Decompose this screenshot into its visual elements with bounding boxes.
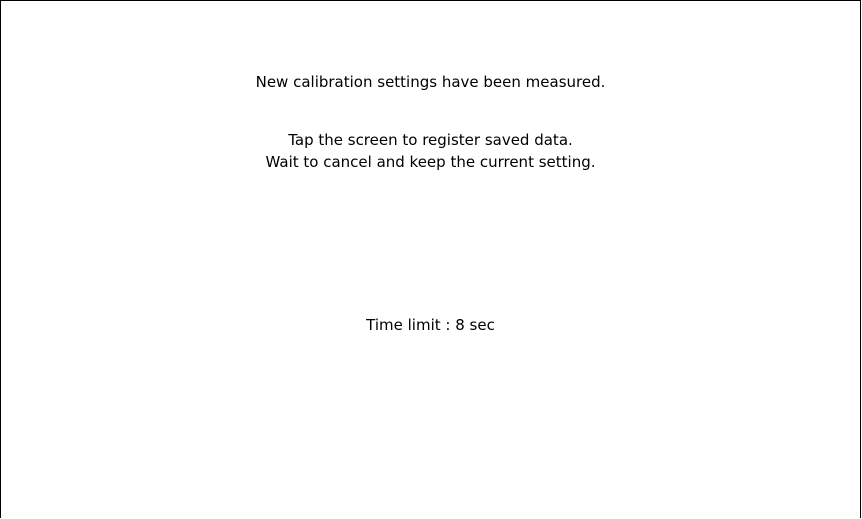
measured-message: New calibration settings have been measu…	[255, 73, 606, 91]
wait-instruction: Wait to cancel and keep the current sett…	[265, 153, 596, 171]
calibration-confirm-screen[interactable]: New calibration settings have been measu…	[0, 0, 861, 518]
time-limit-countdown: Time limit : 8 sec	[366, 316, 495, 334]
tap-instruction: Tap the screen to register saved data.	[288, 131, 573, 149]
